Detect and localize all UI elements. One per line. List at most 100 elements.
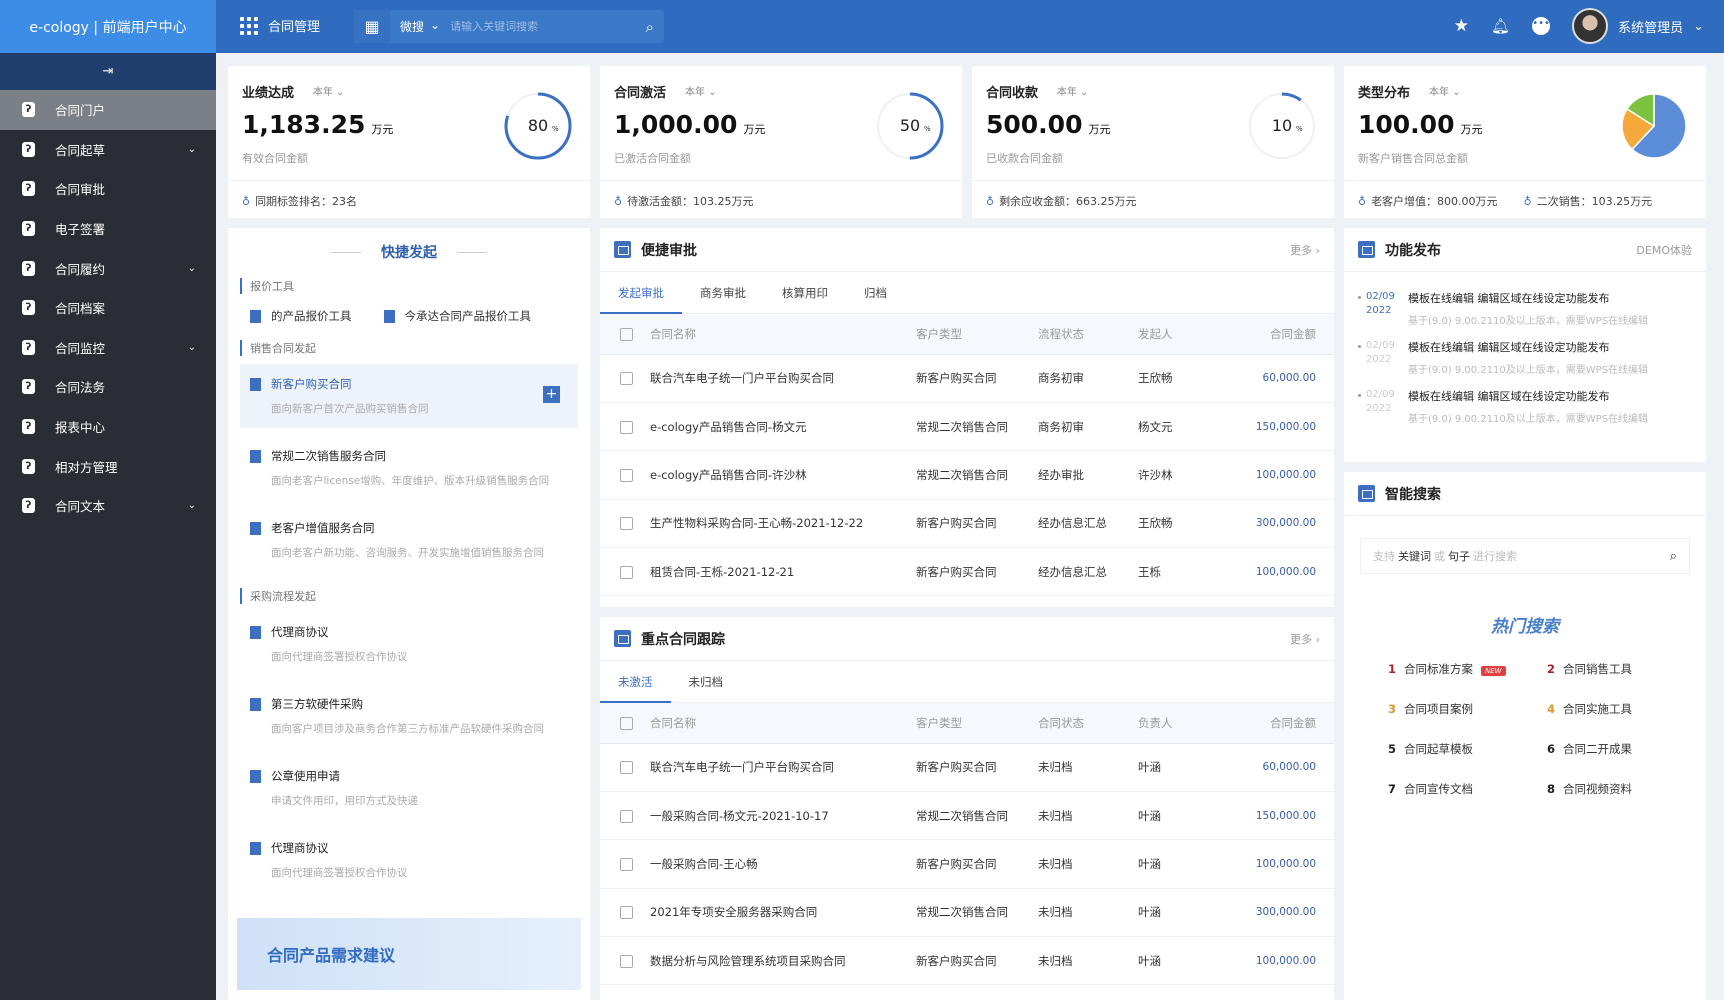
- quick-launch-item[interactable]: 代理商协议 面向代理商签署授权合作协议: [240, 612, 578, 676]
- row-checkbox[interactable]: [620, 761, 633, 775]
- quick-launch-item[interactable]: 新客户购买合同 面向新客户首次产品购买销售合同 +: [240, 364, 578, 428]
- app-switcher[interactable]: 合同管理: [240, 16, 320, 35]
- bell-icon[interactable]: 🔔︎: [1491, 17, 1510, 35]
- select-all-checkbox[interactable]: [620, 327, 633, 341]
- module-icon[interactable]: ▦: [354, 10, 390, 43]
- smart-search-input[interactable]: 支持 关键词或句子 进行搜索 ⌕: [1360, 538, 1690, 574]
- demo-link[interactable]: DEMO体验: [1636, 242, 1692, 258]
- period-dropdown[interactable]: 本年 ⌄: [1057, 83, 1089, 98]
- table-cell: 生产性物料采购合同-王心畅-2021-12-22: [650, 499, 916, 549]
- search-icon[interactable]: ⌕: [1670, 549, 1677, 564]
- quick-launch-item[interactable]: 第三方软硬件采购 面向客户项目涉及商务合作第三方标准产品软硬件采购合同: [240, 684, 578, 748]
- quick-launch-item[interactable]: 公章使用申请 申请文件用印，用印方式及快递: [240, 756, 578, 820]
- hot-rank: 3: [1388, 702, 1397, 716]
- sidebar-item[interactable]: ʔ 合同起草 ⌄: [0, 130, 216, 170]
- table-row[interactable]: 联合汽车电子统一门户平台购买合同 新客户购买合同 未归档 叶涵 60,000.00: [600, 743, 1334, 792]
- sidebar-item[interactable]: ʔ 电子签署: [0, 209, 216, 249]
- row-checkbox[interactable]: [620, 906, 633, 920]
- hot-search-item[interactable]: 7 合同宣传文档: [1388, 781, 1547, 797]
- hot-search-item[interactable]: 6 合同二开成果: [1547, 741, 1706, 757]
- more-link[interactable]: 更多 ›: [1290, 631, 1320, 647]
- hot-search-item[interactable]: 2 合同销售工具: [1547, 661, 1706, 677]
- release-item[interactable]: 02/09 2022 模板在线编辑 编辑区域在线设定功能发布 基于(9.0) 9.00…: [1358, 388, 1692, 425]
- hot-label: 合同宣传文档: [1404, 782, 1473, 796]
- user-menu[interactable]: 系统管理员 ⌄: [1572, 8, 1704, 44]
- sidebar-item[interactable]: ʔ 合同档案: [0, 288, 216, 328]
- row-checkbox[interactable]: [620, 372, 633, 386]
- table-row[interactable]: 2021年专项安全服务器采购合同 常规二次销售合同 未归档 叶涵 300,000.00: [600, 888, 1334, 938]
- quick-launch-title: 快捷发起: [228, 242, 590, 262]
- stat-title: 业绩达成: [242, 86, 295, 101]
- stat-value: 500.00 万元: [986, 110, 1110, 139]
- feedback-banner[interactable]: 合同产品需求建议: [237, 918, 581, 990]
- table-row[interactable]: 一般采购合同-杨文元-2021-10-17 常规二次销售合同 未归档 叶涵 150,00…: [600, 791, 1334, 841]
- hot-search-item[interactable]: 5 合同起草模板: [1388, 741, 1547, 757]
- logo[interactable]: e-cology | 前端用户中心: [0, 0, 216, 53]
- row-checkbox[interactable]: [620, 857, 633, 871]
- quick-launch-item[interactable]: 代理商协议 面向代理商签署授权合作协议: [240, 828, 578, 892]
- hot-search-item[interactable]: 8 合同视频资料: [1547, 781, 1706, 797]
- table-row[interactable]: 一般采购合同-王心畅 新客户购买合同 未归档 叶涵 100,000.00: [600, 839, 1334, 889]
- sidebar-item[interactable]: ʔ 合同门户: [0, 90, 216, 130]
- row-checkbox[interactable]: [620, 954, 633, 968]
- tab[interactable]: 发起审批: [600, 272, 682, 314]
- table-row[interactable]: e-cology产品销售合同-杨文元 常规二次销售合同 商务初审 杨文元 150,000…: [600, 402, 1334, 452]
- table-cell: 新客户购买合同: [916, 743, 1038, 792]
- type-pie-chart: [1621, 93, 1687, 159]
- period-dropdown[interactable]: 本年 ⌄: [1429, 83, 1461, 98]
- release-item[interactable]: 02/09 2022 模板在线编辑 编辑区域在线设定功能发布 基于(9.0) 9.00…: [1358, 290, 1692, 327]
- hot-rank: 1: [1388, 662, 1397, 676]
- quick-launch-item[interactable]: 老客户增值服务合同 面向老客户新功能、咨询服务、开发实施增值销售服务合同: [240, 508, 578, 572]
- hot-search-item[interactable]: 1 合同标准方案 NEW: [1388, 661, 1547, 677]
- sidebar-item[interactable]: ʔ 合同法务: [0, 367, 216, 407]
- row-checkbox[interactable]: [620, 468, 633, 482]
- tab[interactable]: 未激活: [600, 661, 671, 703]
- tab[interactable]: 归档: [846, 272, 905, 314]
- sidebar-item[interactable]: ʔ 相对方管理: [0, 446, 216, 486]
- tool-label: 的产品报价工具: [271, 309, 352, 323]
- search-input[interactable]: [450, 20, 636, 33]
- more-link[interactable]: 更多 ›: [1290, 242, 1320, 258]
- sidebar-item[interactable]: ʔ 报表中心: [0, 407, 216, 447]
- sidebar-item[interactable]: ʔ 合同履约 ⌄: [0, 248, 216, 288]
- sidebar-item[interactable]: ʔ 合同监控 ⌄: [0, 328, 216, 368]
- table-cell: 叶涵: [1138, 936, 1198, 986]
- table-row[interactable]: 数据分析与风险管理系统项目采购合同 新客户购买合同 未归档 叶涵 100,000.00: [600, 936, 1334, 986]
- period-dropdown[interactable]: 本年 ⌄: [685, 83, 717, 98]
- table-row[interactable]: 生产性物料采购合同-王心畅-2021-12-22 新客户购买合同 经办信息汇总 王欣畅…: [600, 499, 1334, 549]
- item-description: 面向代理商签署授权合作协议: [271, 651, 408, 663]
- row-checkbox[interactable]: [620, 517, 633, 531]
- table-row[interactable]: e-cology产品销售合同-许沙林 常规二次销售合同 经办审批 许沙林 100,000…: [600, 450, 1334, 500]
- add-icon[interactable]: +: [543, 386, 560, 403]
- progress-value: 80: [528, 116, 548, 135]
- select-all-checkbox[interactable]: [620, 716, 633, 730]
- collapse-sidebar-button[interactable]: ⇥: [0, 53, 216, 90]
- tab[interactable]: 商务审批: [682, 272, 764, 314]
- table-cell: 杨文元: [1138, 402, 1198, 452]
- hot-rank: 5: [1388, 742, 1397, 756]
- period-dropdown[interactable]: 本年 ⌄: [313, 83, 345, 98]
- chevron-down-icon: ⌄: [187, 500, 196, 512]
- stat-number: 100.00: [1358, 110, 1455, 139]
- sidebar-item[interactable]: ʔ 合同文本 ⌄: [0, 486, 216, 526]
- tab[interactable]: 未归档: [671, 661, 742, 703]
- row-checkbox[interactable]: [620, 420, 633, 434]
- tab[interactable]: 核算用印: [764, 272, 846, 314]
- quick-launch-item[interactable]: 常规二次销售服务合同 面向老客户license增购、年度维护、版本升级销售服务合同: [240, 436, 578, 500]
- hot-search-item[interactable]: 4 合同实施工具: [1547, 701, 1706, 717]
- search-icon[interactable]: ⌕: [636, 18, 664, 36]
- form-icon: [250, 450, 261, 463]
- row-checkbox[interactable]: [620, 809, 633, 823]
- hot-search-item[interactable]: 3 合同项目案例: [1388, 701, 1547, 717]
- row-checkbox[interactable]: [620, 565, 633, 579]
- release-item[interactable]: 02/09 2022 模板在线编辑 编辑区域在线设定功能发布 基于(9.0) 9.00…: [1358, 339, 1692, 376]
- table-row[interactable]: 租赁合同-王栎-2021-12-21 新客户购买合同 经办信息汇总 王栎 100,000…: [600, 547, 1334, 597]
- star-icon[interactable]: ★: [1454, 16, 1469, 36]
- table-row[interactable]: 联合汽车电子统一门户平台购买合同 新客户购买合同 商务初审 王欣畅 60,000.00: [600, 354, 1334, 403]
- more-icon[interactable]: •••: [1532, 17, 1551, 35]
- sidebar-item[interactable]: ʔ 合同审批: [0, 169, 216, 209]
- panel-title: 便捷审批: [641, 242, 697, 259]
- quote-tool-link[interactable]: 的产品报价工具: [250, 308, 352, 324]
- quote-tool-link[interactable]: 今承达合同产品报价工具: [383, 308, 531, 324]
- search-scope-dropdown[interactable]: 微搜 ⌄: [390, 18, 450, 35]
